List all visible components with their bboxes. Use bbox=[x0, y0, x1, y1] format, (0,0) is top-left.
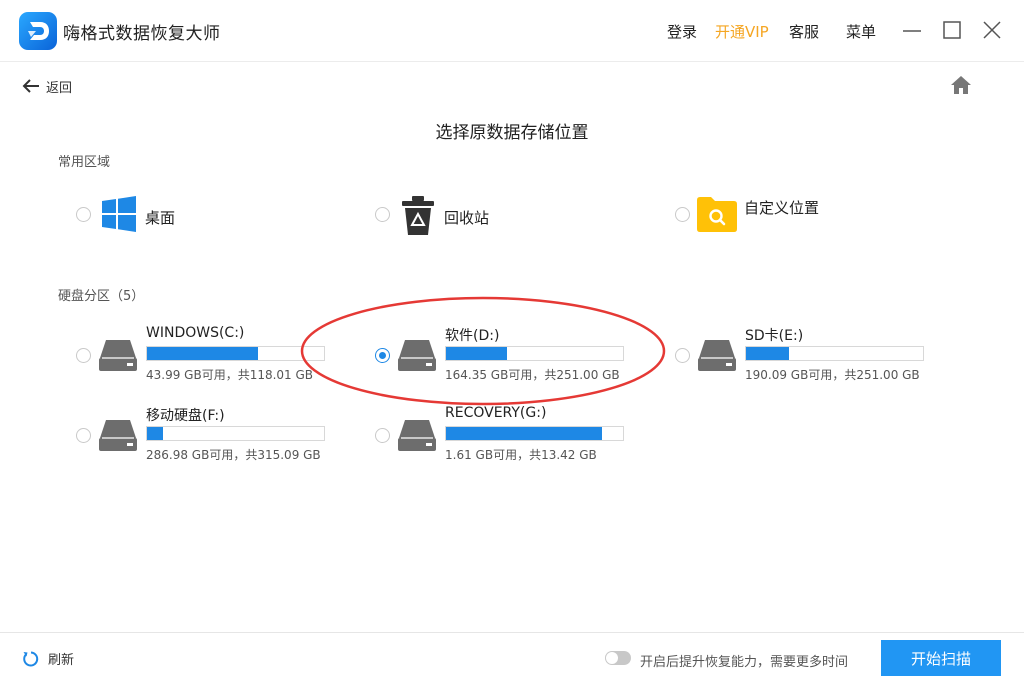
vip-link[interactable]: 开通VIP bbox=[715, 21, 769, 42]
recycle-bin-label: 回收站 bbox=[444, 209, 490, 227]
common-section-label: 常用区域 bbox=[58, 155, 111, 170]
drives-section-label: 硬盘分区（5） bbox=[58, 289, 145, 304]
drive-usage-fill bbox=[746, 347, 789, 360]
drive-item[interactable]: 软件(D:) 164.35 GB可用，共251.00 GB bbox=[375, 318, 655, 382]
drive-usage-bar bbox=[745, 346, 924, 361]
custom-location-label: 自定义位置 bbox=[744, 199, 820, 217]
recycle-bin-radio[interactable] bbox=[375, 207, 390, 222]
home-button[interactable] bbox=[950, 75, 972, 95]
drive-name: WINDOWS(C:) bbox=[146, 325, 245, 341]
app-title: 嗨格式数据恢复大师 bbox=[63, 24, 221, 44]
recycle-bin-icon bbox=[402, 196, 434, 235]
hard-drive-icon bbox=[99, 420, 137, 451]
close-icon bbox=[983, 21, 1001, 39]
location-desktop[interactable]: 桌面 bbox=[76, 194, 216, 236]
drive-usage-fill bbox=[147, 347, 258, 360]
app-logo-icon bbox=[19, 12, 57, 50]
close-button[interactable] bbox=[978, 17, 1006, 45]
drive-radio[interactable] bbox=[76, 348, 91, 363]
home-icon bbox=[951, 76, 971, 94]
drive-radio[interactable] bbox=[76, 428, 91, 443]
maximize-button[interactable] bbox=[938, 17, 966, 45]
drive-item[interactable]: SD卡(E:) 190.09 GB可用，共251.00 GB bbox=[675, 318, 955, 382]
drive-capacity: 164.35 GB可用，共251.00 GB bbox=[445, 368, 620, 382]
minimize-icon bbox=[903, 30, 921, 32]
drive-radio[interactable] bbox=[375, 348, 390, 363]
drive-usage-bar bbox=[445, 426, 624, 441]
location-custom[interactable]: 自定义位置 bbox=[675, 194, 835, 236]
minimize-button[interactable] bbox=[898, 17, 926, 45]
drive-usage-bar bbox=[146, 346, 325, 361]
drive-usage-bar bbox=[445, 346, 624, 361]
drive-usage-fill bbox=[147, 427, 163, 440]
drive-item[interactable]: RECOVERY(G:) 1.61 GB可用，共13.42 GB bbox=[375, 398, 655, 462]
drive-usage-fill bbox=[446, 347, 508, 360]
enhanced-recovery-toggle[interactable] bbox=[605, 651, 631, 665]
drive-usage-bar bbox=[146, 426, 325, 441]
hard-drive-icon bbox=[398, 340, 436, 371]
enhanced-recovery-label: 开启后提升恢复能力，需要更多时间 bbox=[640, 655, 849, 670]
drive-radio[interactable] bbox=[375, 428, 390, 443]
login-link[interactable]: 登录 bbox=[667, 21, 697, 42]
drive-item[interactable]: WINDOWS(C:) 43.99 GB可用，共118.01 GB bbox=[76, 318, 356, 382]
drive-item[interactable]: 移动硬盘(F:) 286.98 GB可用，共315.09 GB bbox=[76, 398, 356, 462]
drive-capacity: 286.98 GB可用，共315.09 GB bbox=[146, 448, 321, 462]
drive-name: SD卡(E:) bbox=[745, 328, 804, 344]
drive-name: RECOVERY(G:) bbox=[445, 405, 547, 421]
arrow-left-icon bbox=[22, 79, 39, 93]
title-bar: 嗨格式数据恢复大师 登录 开通VIP 客服 菜单 bbox=[0, 0, 1024, 62]
folder-search-icon bbox=[697, 197, 737, 232]
hard-drive-icon bbox=[398, 420, 436, 451]
drive-capacity: 1.61 GB可用，共13.42 GB bbox=[445, 448, 597, 462]
refresh-button[interactable]: 刷新 bbox=[22, 649, 74, 668]
drive-name: 移动硬盘(F:) bbox=[146, 408, 225, 424]
start-scan-button[interactable]: 开始扫描 bbox=[881, 640, 1001, 676]
refresh-icon bbox=[23, 651, 39, 666]
footer-bar: 刷新 开启后提升恢复能力，需要更多时间 开始扫描 bbox=[0, 632, 1024, 678]
drive-capacity: 43.99 GB可用，共118.01 GB bbox=[146, 368, 314, 382]
location-recycle-bin[interactable]: 回收站 bbox=[375, 194, 525, 236]
drive-capacity: 190.09 GB可用，共251.00 GB bbox=[745, 368, 920, 382]
refresh-label: 刷新 bbox=[48, 653, 75, 668]
windows-desktop-icon bbox=[102, 196, 136, 232]
hard-drive-icon bbox=[99, 340, 137, 371]
back-button[interactable]: 返回 bbox=[22, 76, 72, 96]
menu-link[interactable]: 菜单 bbox=[846, 21, 876, 42]
custom-location-radio[interactable] bbox=[675, 207, 690, 222]
back-label: 返回 bbox=[46, 80, 73, 96]
drive-name: 软件(D:) bbox=[445, 328, 500, 344]
hard-drive-icon bbox=[698, 340, 736, 371]
service-link[interactable]: 客服 bbox=[789, 21, 819, 42]
page-title: 选择原数据存储位置 bbox=[435, 123, 589, 143]
desktop-radio[interactable] bbox=[76, 207, 91, 222]
drive-radio[interactable] bbox=[675, 348, 690, 363]
desktop-label: 桌面 bbox=[145, 209, 176, 227]
maximize-icon bbox=[943, 21, 961, 39]
drive-usage-fill bbox=[446, 427, 602, 440]
